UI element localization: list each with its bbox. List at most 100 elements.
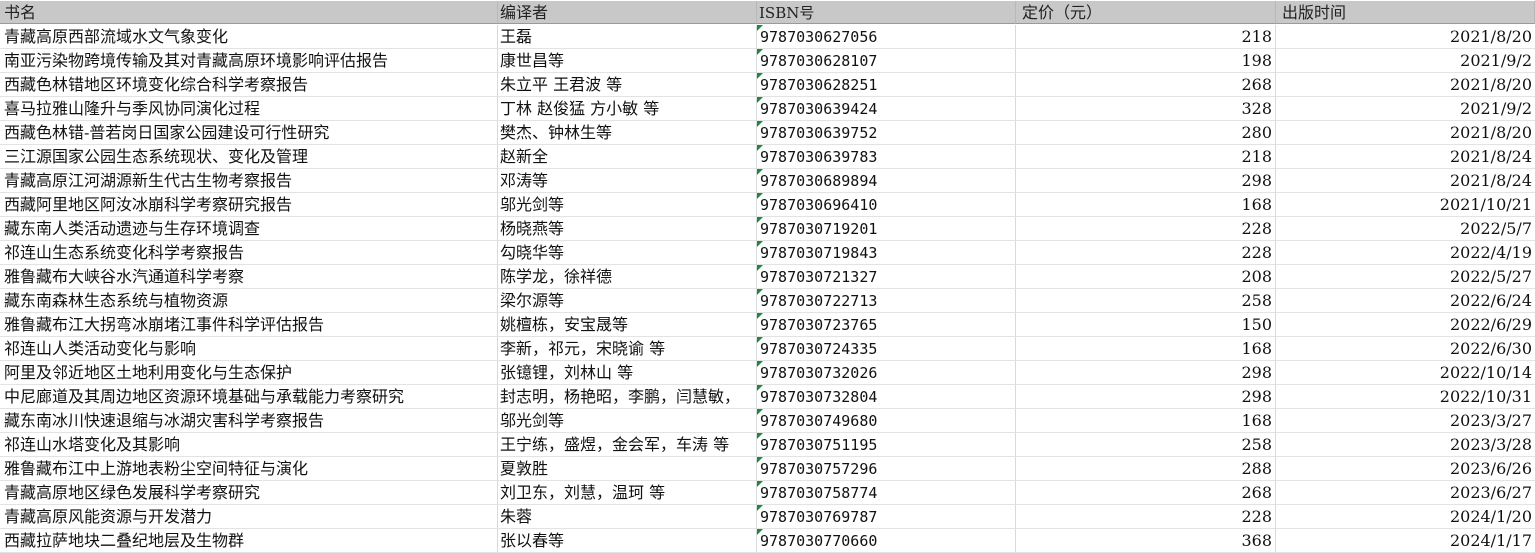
cell-isbn[interactable]: 9787030639783	[757, 145, 1016, 169]
cell-book-title[interactable]: 西藏阿里地区阿汝冰崩科学考察研究报告	[0, 193, 498, 217]
header-isbn[interactable]: ISBN号	[757, 1, 1016, 24]
cell-price[interactable]: 368	[1016, 529, 1276, 553]
cell-price[interactable]: 150	[1016, 313, 1276, 337]
cell-isbn[interactable]: 9787030719843	[757, 241, 1016, 265]
cell-publish-date[interactable]: 2021/10/21	[1276, 193, 1535, 217]
cell-book-title[interactable]: 青藏高原地区绿色发展科学考察研究	[0, 481, 498, 505]
cell-price[interactable]: 198	[1016, 49, 1276, 73]
cell-publish-date[interactable]: 2023/6/27	[1276, 481, 1535, 505]
cell-publish-date[interactable]: 2021/9/2	[1276, 97, 1535, 121]
cell-book-title[interactable]: 西藏色林错地区环境变化综合科学考察报告	[0, 73, 498, 97]
cell-editor[interactable]: 陈学龙，徐祥德	[498, 265, 757, 289]
cell-price[interactable]: 168	[1016, 193, 1276, 217]
cell-publish-date[interactable]: 2021/8/20	[1276, 121, 1535, 145]
cell-isbn[interactable]: 9787030722713	[757, 289, 1016, 313]
cell-publish-date[interactable]: 2021/8/20	[1276, 25, 1535, 49]
cell-publish-date[interactable]: 2022/4/19	[1276, 241, 1535, 265]
cell-editor[interactable]: 朱立平 王君波 等	[498, 73, 757, 97]
cell-publish-date[interactable]: 2023/3/28	[1276, 433, 1535, 457]
cell-isbn[interactable]: 9787030696410	[757, 193, 1016, 217]
cell-editor[interactable]: 朱蓉	[498, 505, 757, 529]
cell-editor[interactable]: 丁林 赵俊猛 方小敏 等	[498, 97, 757, 121]
cell-publish-date[interactable]: 2024/1/20	[1276, 505, 1535, 529]
cell-book-title[interactable]: 青藏高原江河湖源新生代古生物考察报告	[0, 169, 498, 193]
cell-editor[interactable]: 封志明，杨艳昭，李鹏，闫慧敏，	[498, 385, 757, 409]
cell-publish-date[interactable]: 2022/5/7	[1276, 217, 1535, 241]
cell-publish-date[interactable]: 2023/3/27	[1276, 409, 1535, 433]
cell-isbn[interactable]: 9787030757296	[757, 457, 1016, 481]
cell-price[interactable]: 208	[1016, 265, 1276, 289]
cell-book-title[interactable]: 青藏高原风能资源与开发潜力	[0, 505, 498, 529]
cell-editor[interactable]: 康世昌等	[498, 49, 757, 73]
cell-book-title[interactable]: 雅鲁藏布江大拐弯冰崩堵江事件科学评估报告	[0, 313, 498, 337]
cell-editor[interactable]: 李新，祁元，宋晓谕 等	[498, 337, 757, 361]
cell-isbn[interactable]: 9787030639424	[757, 97, 1016, 121]
cell-book-title[interactable]: 三江源国家公园生态系统现状、变化及管理	[0, 145, 498, 169]
cell-price[interactable]: 298	[1016, 361, 1276, 385]
cell-publish-date[interactable]: 2022/6/30	[1276, 337, 1535, 361]
cell-isbn[interactable]: 9787030639752	[757, 121, 1016, 145]
cell-editor[interactable]: 樊杰、钟林生等	[498, 121, 757, 145]
cell-price[interactable]: 268	[1016, 481, 1276, 505]
cell-book-title[interactable]: 祁连山生态系统变化科学考察报告	[0, 241, 498, 265]
cell-isbn[interactable]: 9787030769787	[757, 505, 1016, 529]
cell-book-title[interactable]: 雅鲁藏布大峡谷水汽通道科学考察	[0, 265, 498, 289]
cell-publish-date[interactable]: 2024/1/17	[1276, 529, 1535, 553]
cell-isbn[interactable]: 9787030758774	[757, 481, 1016, 505]
cell-publish-date[interactable]: 2021/8/20	[1276, 73, 1535, 97]
cell-isbn[interactable]: 9787030751195	[757, 433, 1016, 457]
cell-price[interactable]: 328	[1016, 97, 1276, 121]
cell-publish-date[interactable]: 2022/10/31	[1276, 385, 1535, 409]
cell-editor[interactable]: 邓涛等	[498, 169, 757, 193]
cell-price[interactable]: 218	[1016, 25, 1276, 49]
cell-isbn[interactable]: 9787030749680	[757, 409, 1016, 433]
cell-editor[interactable]: 夏敦胜	[498, 457, 757, 481]
cell-editor[interactable]: 张镱锂，刘林山 等	[498, 361, 757, 385]
cell-publish-date[interactable]: 2022/6/29	[1276, 313, 1535, 337]
cell-book-title[interactable]: 祁连山人类活动变化与影响	[0, 337, 498, 361]
cell-book-title[interactable]: 青藏高原西部流域水文气象变化	[0, 25, 498, 49]
cell-isbn[interactable]: 9787030732804	[757, 385, 1016, 409]
cell-publish-date[interactable]: 2021/9/2	[1276, 49, 1535, 73]
cell-editor[interactable]: 王宁练，盛煜，金会军，车涛 等	[498, 433, 757, 457]
cell-isbn[interactable]: 9787030732026	[757, 361, 1016, 385]
cell-isbn[interactable]: 9787030770660	[757, 529, 1016, 553]
cell-isbn[interactable]: 9787030724335	[757, 337, 1016, 361]
cell-editor[interactable]: 张以春等	[498, 529, 757, 553]
cell-price[interactable]: 288	[1016, 457, 1276, 481]
cell-price[interactable]: 218	[1016, 145, 1276, 169]
cell-editor[interactable]: 刘卫东，刘慧，温珂 等	[498, 481, 757, 505]
cell-isbn[interactable]: 9787030627056	[757, 25, 1016, 49]
cell-editor[interactable]: 梁尔源等	[498, 289, 757, 313]
cell-editor[interactable]: 邬光剑等	[498, 193, 757, 217]
header-price[interactable]: 定价（元）	[1016, 1, 1276, 24]
cell-price[interactable]: 168	[1016, 337, 1276, 361]
cell-publish-date[interactable]: 2021/8/24	[1276, 169, 1535, 193]
cell-book-title[interactable]: 祁连山水塔变化及其影响	[0, 433, 498, 457]
cell-publish-date[interactable]: 2023/6/26	[1276, 457, 1535, 481]
header-editor[interactable]: 编译者	[498, 1, 757, 24]
cell-book-title[interactable]: 西藏色林错-普若岗日国家公园建设可行性研究	[0, 121, 498, 145]
cell-book-title[interactable]: 藏东南人类活动遗迹与生存环境调查	[0, 217, 498, 241]
cell-book-title[interactable]: 南亚污染物跨境传输及其对青藏高原环境影响评估报告	[0, 49, 498, 73]
cell-book-title[interactable]: 藏东南冰川快速退缩与冰湖灾害科学考察报告	[0, 409, 498, 433]
cell-isbn[interactable]: 9787030689894	[757, 169, 1016, 193]
cell-editor[interactable]: 姚檀栋，安宝晟等	[498, 313, 757, 337]
cell-price[interactable]: 228	[1016, 241, 1276, 265]
cell-book-title[interactable]: 喜马拉雅山隆升与季风协同演化过程	[0, 97, 498, 121]
cell-publish-date[interactable]: 2022/6/24	[1276, 289, 1535, 313]
cell-price[interactable]: 280	[1016, 121, 1276, 145]
cell-isbn[interactable]: 9787030721327	[757, 265, 1016, 289]
cell-price[interactable]: 258	[1016, 289, 1276, 313]
cell-book-title[interactable]: 阿里及邻近地区土地利用变化与生态保护	[0, 361, 498, 385]
cell-book-title[interactable]: 中尼廊道及其周边地区资源环境基础与承载能力考察研究	[0, 385, 498, 409]
cell-isbn[interactable]: 9787030719201	[757, 217, 1016, 241]
cell-publish-date[interactable]: 2022/5/27	[1276, 265, 1535, 289]
cell-price[interactable]: 298	[1016, 385, 1276, 409]
cell-price[interactable]: 268	[1016, 73, 1276, 97]
cell-editor[interactable]: 勾晓华等	[498, 241, 757, 265]
cell-price[interactable]: 258	[1016, 433, 1276, 457]
cell-editor[interactable]: 杨晓燕等	[498, 217, 757, 241]
cell-price[interactable]: 228	[1016, 217, 1276, 241]
cell-book-title[interactable]: 藏东南森林生态系统与植物资源	[0, 289, 498, 313]
